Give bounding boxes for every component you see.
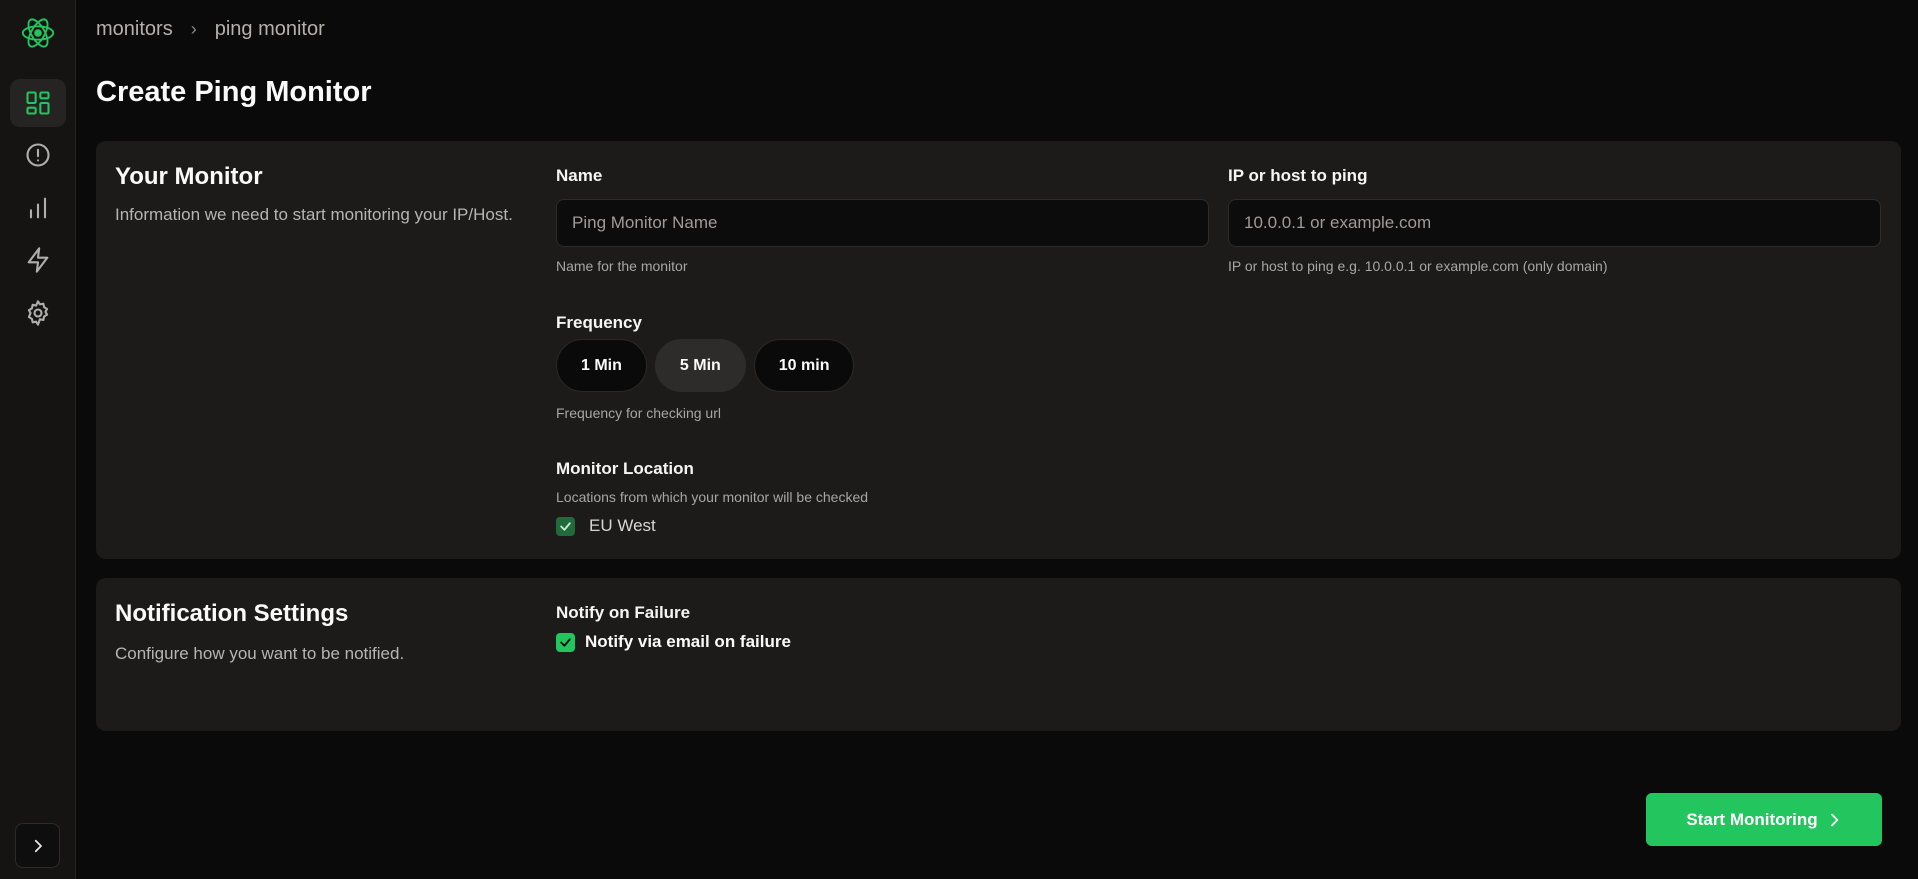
- host-hint: IP or host to ping e.g. 10.0.0.1 or exam…: [1228, 258, 1608, 274]
- notify-on-failure-label: Notify on Failure: [556, 603, 691, 622]
- name-hint: Name for the monitor: [556, 258, 688, 274]
- host-input[interactable]: [1228, 199, 1881, 247]
- notification-card: Notification Settings Configure how you …: [96, 578, 1901, 731]
- location-eu-west-option[interactable]: EU West: [556, 516, 656, 536]
- chevron-right-icon: [34, 839, 42, 852]
- sidebar-item-settings[interactable]: [10, 289, 66, 337]
- sidebar: [0, 0, 76, 879]
- email-notify-label: Notify via email on failure: [585, 632, 791, 651]
- eu-west-label: EU West: [589, 516, 656, 535]
- dashboard-icon: [26, 91, 50, 115]
- location-hint: Locations from which your monitor will b…: [556, 489, 869, 505]
- sidebar-item-alerts[interactable]: [10, 131, 66, 179]
- notification-card-title: Notification Settings: [115, 600, 349, 627]
- chevron-right-icon: [1830, 813, 1838, 826]
- breadcrumb: monitors › ping monitor: [96, 18, 325, 41]
- sidebar-item-integrations[interactable]: [10, 236, 66, 284]
- gear-icon: [27, 300, 49, 326]
- check-icon: [560, 521, 571, 531]
- sidebar-expand-button[interactable]: [15, 823, 60, 868]
- start-monitoring-button[interactable]: Start Monitoring: [1646, 793, 1882, 846]
- check-icon: [560, 637, 571, 647]
- email-notify-checkbox[interactable]: [556, 632, 575, 652]
- monitor-card: Your Monitor Information we need to star…: [96, 141, 1901, 559]
- frequency-options: 1 Min 5 Min 10 min: [556, 339, 855, 392]
- lightning-icon: [27, 247, 49, 273]
- breadcrumb-separator: ›: [190, 19, 197, 39]
- location-label: Monitor Location: [556, 459, 694, 478]
- frequency-hint: Frequency for checking url: [556, 405, 721, 421]
- sidebar-item-dashboard[interactable]: [10, 79, 66, 127]
- host-label: IP or host to ping: [1228, 166, 1368, 185]
- breadcrumb-item-ping-monitor[interactable]: ping monitor: [215, 18, 325, 41]
- notification-card-description: Configure how you want to be notified.: [115, 644, 405, 663]
- eu-west-checkbox[interactable]: [556, 516, 575, 536]
- sidebar-item-analytics[interactable]: [10, 184, 66, 232]
- monitor-card-description: Information we need to start monitoring …: [115, 205, 513, 224]
- frequency-10-min-button[interactable]: 10 min: [753, 339, 855, 392]
- frequency-5-min-button[interactable]: 5 Min: [654, 339, 746, 392]
- bar-chart-icon: [29, 197, 47, 219]
- start-monitoring-label: Start Monitoring: [1686, 809, 1818, 829]
- name-label: Name: [556, 166, 603, 185]
- name-input[interactable]: [556, 199, 1209, 247]
- frequency-label: Frequency: [556, 313, 642, 332]
- atom-logo-icon[interactable]: [19, 14, 57, 52]
- frequency-1-min-button[interactable]: 1 Min: [556, 339, 647, 392]
- page-title: Create Ping Monitor: [96, 76, 372, 108]
- email-notify-option[interactable]: Notify via email on failure: [556, 632, 791, 652]
- alert-circle-icon: [26, 143, 50, 167]
- breadcrumb-item-monitors[interactable]: monitors: [96, 18, 173, 41]
- monitor-card-title: Your Monitor: [115, 163, 263, 190]
